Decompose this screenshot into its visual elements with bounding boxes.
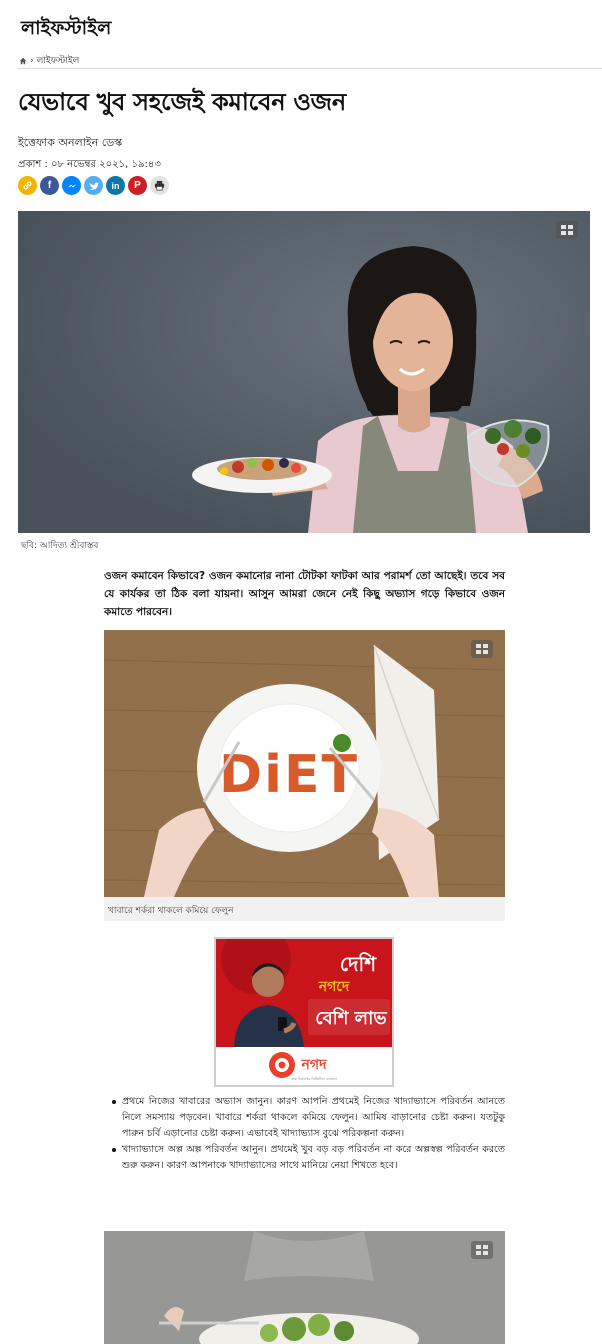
ad-tagline: ডাক বিভাগের ডিজিটাল লেনদেন [290, 1076, 338, 1081]
share-bar: f in P [18, 176, 169, 195]
facebook-icon[interactable]: f [40, 176, 59, 195]
print-icon[interactable] [150, 176, 169, 195]
link-icon[interactable] [18, 176, 37, 195]
gallery-icon[interactable] [471, 640, 493, 658]
messenger-icon[interactable] [62, 176, 81, 195]
diet-caption: খাবারে শর্করা থাকলে কমিয়ে ফেলুন [104, 897, 505, 921]
pinterest-icon[interactable]: P [128, 176, 147, 195]
diet-word: DiET [219, 745, 359, 805]
breadcrumb: › লাইফস্টাইল [19, 53, 79, 68]
ad-banner: দেশি নগদে বেশি লাভ [216, 939, 392, 1047]
gallery-icon[interactable] [471, 1241, 493, 1259]
ad-brand: নগদ [301, 1057, 328, 1073]
twitter-icon[interactable] [84, 176, 103, 195]
salad-bowl-illustration [104, 1231, 505, 1344]
nagad-logo: নগদ ডাক বিভাগের ডিজিটাল লেনদেন [269, 1052, 338, 1081]
diet-image[interactable]: DiET [104, 630, 505, 897]
hero-image[interactable] [18, 211, 590, 533]
ad-illustration: দেশি নগদে বেশি লাভ [216, 939, 392, 1047]
woman-with-salad-illustration [18, 211, 590, 533]
linkedin-icon[interactable]: in [106, 176, 125, 195]
breadcrumb-separator: › [30, 55, 34, 66]
tips-list: প্রথমে নিজের খাবারের অভ্যাস জানুন। কারণ … [112, 1094, 505, 1174]
breadcrumb-current[interactable]: লাইফস্টাইল [37, 53, 80, 68]
home-icon[interactable] [19, 57, 27, 65]
ad-brand-strip: নগদ ডাক বিভাগের ডিজিটাল লেনদেন [216, 1047, 392, 1085]
hero-caption: ছবি: আদিত্য শ্রীবাস্তব [21, 541, 99, 551]
list-item: প্রথমে নিজের খাবারের অভ্যাস জানুন। কারণ … [112, 1094, 505, 1142]
nagad-advertisement[interactable]: দেশি নগদে বেশি লাভ নগদ ডাক বিভাগের ডিজিট… [214, 937, 394, 1087]
article-published-time: প্রকাশ : ০৮ নভেম্বর ২০২১, ১৯:৪৩ [18, 159, 161, 170]
list-item: খাদ্যাভ্যাসে অল্প অল্প পরিবর্তন আনুন। প্… [112, 1142, 505, 1174]
article-headline: যেভাবে খুব সহজেই কমাবেন ওজন [18, 87, 346, 116]
article-author: ইত্তেফাক অনলাইন ডেস্ক [18, 136, 123, 149]
ad-headline-top: দেশি [340, 952, 377, 976]
diet-plate-illustration: DiET [104, 630, 505, 897]
article-lead: ওজন কমাবেন কিভাবে? ওজন কমানোর নানা টোটকা… [104, 570, 505, 618]
gallery-icon[interactable] [556, 221, 578, 239]
ad-headline-mid: নগদে [318, 979, 350, 995]
breadcrumb-divider [18, 68, 602, 69]
salad-image[interactable] [104, 1231, 505, 1344]
ad-headline-bottom: বেশি লাভ [315, 1007, 387, 1029]
section-title[interactable]: লাইফস্টাইল [21, 14, 111, 46]
